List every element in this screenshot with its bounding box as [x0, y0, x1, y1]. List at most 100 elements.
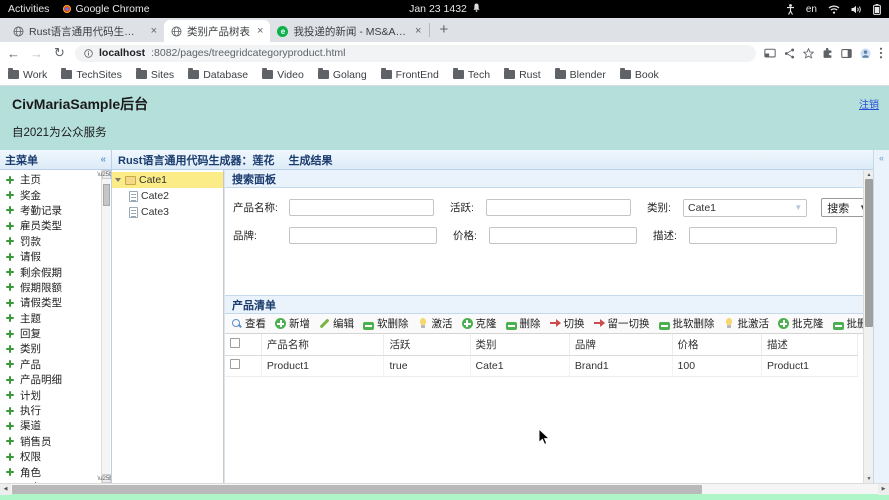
row-checkbox[interactable] [230, 359, 240, 369]
scroll-down-arrow-icon[interactable]: \u25bc [102, 474, 111, 483]
sidebar-item-leave-quota[interactable]: 假期限额 [0, 280, 111, 295]
tree-node-cate1[interactable]: Cate1 [112, 172, 223, 188]
sidebar-item-leave-type[interactable]: 请假类型 [0, 295, 111, 310]
bookmark-database[interactable]: Database [188, 69, 248, 81]
bookmark-rust[interactable]: Rust [504, 69, 541, 81]
sidebar-item-leave[interactable]: 请假 [0, 249, 111, 264]
os-clock[interactable]: Jan 23 1432 [409, 3, 467, 15]
sidebar-item-reply[interactable]: 回复 [0, 326, 111, 341]
sidebar-item-role[interactable]: 角色 [0, 464, 111, 479]
sidebar-item-home[interactable]: 主页 [0, 172, 111, 187]
expand-collapse-icon[interactable] [115, 178, 121, 182]
bookmark-book[interactable]: Book [620, 69, 659, 81]
browser-tab-1[interactable]: 类别产品树表 × [164, 20, 270, 42]
sidebar-item-bonus[interactable]: 奖金 [0, 187, 111, 202]
delete-button[interactable]: 删除 [506, 316, 541, 331]
scroll-right-arrow-icon[interactable]: ▶ [878, 484, 889, 495]
bookmark-golang[interactable]: Golang [318, 69, 367, 81]
batch-clone-button[interactable]: 批克隆 [778, 316, 824, 331]
bookmark-star-icon[interactable] [803, 48, 814, 59]
brand-input[interactable] [289, 227, 437, 244]
bookmark-video[interactable]: Video [262, 69, 304, 81]
bookmark-blender[interactable]: Blender [555, 69, 606, 81]
sidebar-collapse-icon[interactable]: « [100, 154, 106, 165]
volume-icon[interactable] [851, 5, 862, 14]
batch-activate-button[interactable]: 批激活 [724, 316, 770, 331]
sidebar-scroll-thumb[interactable] [103, 184, 110, 206]
sidebar-item-permission[interactable]: 权限 [0, 449, 111, 464]
select-all-header[interactable] [225, 334, 261, 355]
sidepanel-icon[interactable] [841, 48, 852, 59]
menu-icon[interactable] [879, 47, 883, 59]
sidebar-item-product-detail[interactable]: 产品明细 [0, 372, 111, 387]
logout-link[interactable]: 注销 [859, 96, 879, 111]
browser-tab-2[interactable]: e 我投递的新闻 - MS&A(M... × [270, 20, 428, 42]
sidebar-item-fine[interactable]: 罚款 [0, 234, 111, 249]
active-app-indicator[interactable]: Google Chrome [63, 3, 149, 15]
tree-node-cate3[interactable]: Cate3 [112, 204, 223, 220]
sidebar-item-employee-type[interactable]: 雇员类型 [0, 218, 111, 233]
sidebar-item-remaining-leave[interactable]: 剩余假期 [0, 264, 111, 279]
description-input[interactable] [689, 227, 837, 244]
reload-button[interactable]: ↻ [52, 45, 67, 61]
content-vertical-scrollbar[interactable]: ▲ ▼ [863, 170, 873, 483]
soft-delete-button[interactable]: 软删除 [363, 316, 409, 331]
extensions-icon[interactable] [822, 48, 833, 59]
wifi-icon[interactable] [828, 5, 840, 14]
bookmark-sites[interactable]: Sites [136, 69, 174, 81]
column-header-active[interactable]: 活跃 [384, 334, 470, 355]
horizontal-scrollbar[interactable]: ◀ ▶ [0, 483, 889, 494]
column-header-price[interactable]: 价格 [672, 334, 761, 355]
horizontal-scroll-thumb[interactable] [12, 485, 702, 494]
back-button[interactable]: ← [6, 46, 21, 61]
sidebar-item-topic[interactable]: 主题 [0, 311, 111, 326]
column-header-name[interactable]: 产品名称 [261, 334, 384, 355]
batch-soft-delete-button[interactable]: 批软删除 [659, 316, 715, 331]
accessibility-icon[interactable] [786, 4, 795, 15]
profile-icon[interactable] [860, 48, 871, 59]
bookmark-tech[interactable]: Tech [453, 69, 490, 81]
sidebar-item-plan[interactable]: 计划 [0, 387, 111, 402]
add-button[interactable]: 新增 [275, 316, 310, 331]
sidebar-item-category[interactable]: 类别 [0, 341, 111, 356]
bookmark-techsites[interactable]: TechSites [61, 69, 122, 81]
new-tab-button[interactable]: + [431, 21, 456, 40]
site-info-icon[interactable] [84, 49, 93, 58]
sidebar-scrollbar[interactable]: \u25b2 \u25bc [101, 170, 110, 483]
horizontal-scroll-track[interactable] [11, 484, 878, 495]
sidebar-item-attendance[interactable]: 考勤记录 [0, 203, 111, 218]
tab-close-icon-1[interactable]: × [255, 26, 263, 37]
column-header-brand[interactable]: 品牌 [569, 334, 672, 355]
select-all-checkbox[interactable] [230, 338, 240, 348]
sidebar-item-product[interactable]: 产品 [0, 357, 111, 372]
right-collapse-icon[interactable]: « [879, 153, 884, 483]
tab-close-icon-2[interactable]: × [413, 26, 421, 37]
scroll-left-arrow-icon[interactable]: ◀ [0, 484, 11, 495]
column-header-description[interactable]: 描述 [761, 334, 857, 355]
scroll-up-arrow-icon[interactable]: \u25b2 [102, 170, 111, 179]
bookmark-frontend[interactable]: FrontEnd [381, 69, 439, 81]
column-header-category[interactable]: 类别 [470, 334, 569, 355]
sidebar-item-execute[interactable]: 执行 [0, 403, 111, 418]
right-collapse-strip[interactable]: « [873, 150, 889, 483]
row-select-cell[interactable] [225, 355, 261, 376]
switch-button[interactable]: 切换 [550, 316, 585, 331]
price-input[interactable] [489, 227, 637, 244]
activities-button[interactable]: Activities [8, 3, 49, 15]
view-button[interactable]: 查看 [231, 316, 266, 331]
browser-tab-0[interactable]: Rust语言通用代码生成器 × [6, 20, 164, 42]
edit-button[interactable]: 编辑 [319, 316, 354, 331]
clone-button[interactable]: 克隆 [462, 316, 497, 331]
content-scroll-thumb[interactable] [865, 179, 873, 327]
os-status-area[interactable]: en [786, 4, 881, 15]
category-select[interactable]: Cate1 ▼ [683, 199, 807, 217]
sidebar-item-channel[interactable]: 渠道 [0, 418, 111, 433]
active-input[interactable] [486, 199, 631, 216]
scroll-up-arrow-icon[interactable]: ▲ [864, 170, 873, 179]
address-bar[interactable]: localhost:8082/pages/treegridcategorypro… [75, 45, 756, 62]
share-icon[interactable] [784, 48, 795, 59]
power-icon[interactable] [873, 4, 881, 15]
bookmark-work[interactable]: Work [8, 69, 47, 81]
table-row[interactable]: Product1 true Cate1 Brand1 100 Product1 [225, 355, 858, 376]
keep-one-switch-button[interactable]: 留一切换 [594, 316, 650, 331]
